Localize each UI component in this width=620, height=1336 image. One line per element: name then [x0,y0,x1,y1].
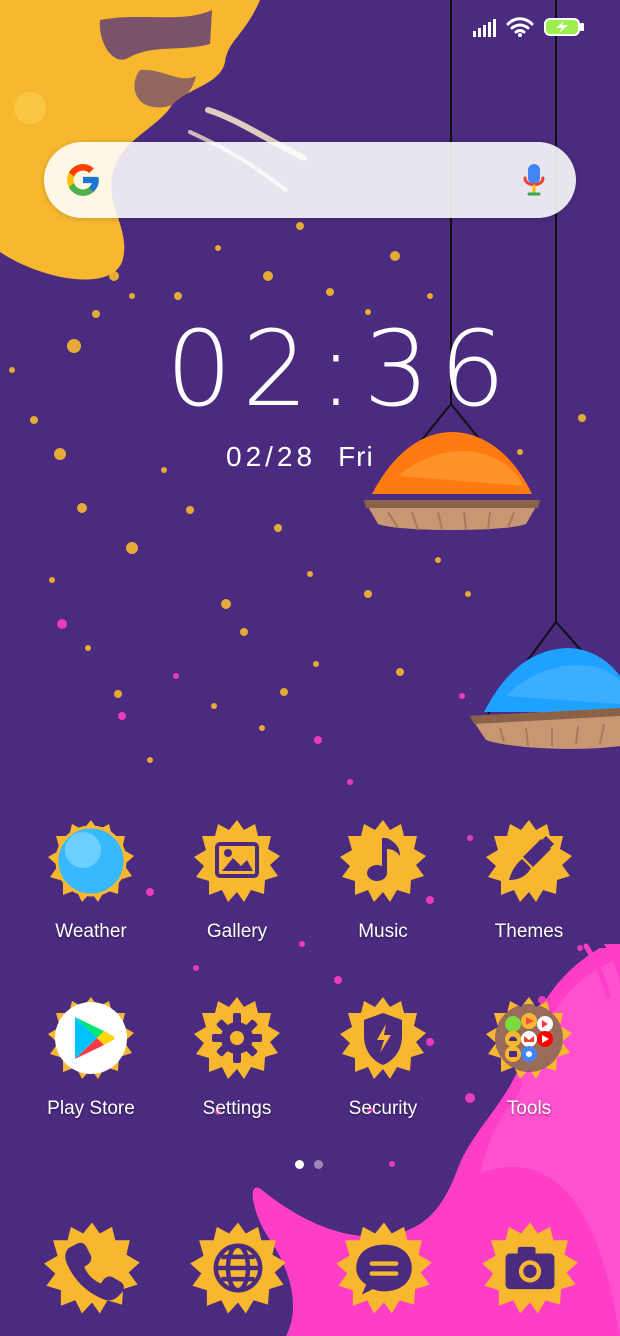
dock-camera[interactable] [480,1218,580,1318]
app-play-store[interactable]: Play Store [18,993,164,1153]
search-input[interactable] [116,164,506,198]
dock-messages[interactable] [334,1218,434,1318]
phone-icon [44,1222,140,1314]
app-label-gallery: Gallery [206,921,268,942]
globe-icon [190,1222,286,1314]
clock-time[interactable]: 02:36 [166,314,506,424]
signal-icon [473,19,496,37]
play-store-icon [48,997,134,1079]
message-icon [336,1222,432,1314]
app-label-weather: Weather [55,921,127,942]
gear-icon [194,997,280,1079]
music-icon [340,820,426,902]
home-screen: 02:36 02/28 Fri Weather Gallery Music Th… [0,0,620,1336]
folder-icon [486,997,572,1079]
app-label-settings: Settings [202,1098,272,1119]
clock-date: 02/28 [226,441,317,472]
dock-browser[interactable] [188,1218,288,1318]
app-security[interactable]: Security [310,993,456,1153]
clock-day: Fri [338,441,374,472]
wifi-icon [506,17,534,37]
camera-icon [482,1222,578,1314]
weather-icon [48,820,134,902]
app-label-tools: Tools [506,1098,552,1119]
app-weather[interactable]: Weather [18,816,164,976]
app-label-music: Music [358,921,408,942]
app-gallery[interactable]: Gallery [164,816,310,976]
status-icons [472,16,586,38]
app-label-themes: Themes [494,921,564,942]
app-settings[interactable]: Settings [164,993,310,1153]
app-themes[interactable]: Themes [456,816,602,976]
app-music[interactable]: Music [310,816,456,976]
app-label-play-store: Play Store [47,1098,135,1119]
battery-charging-icon [544,18,584,36]
app-tools-folder[interactable]: Tools [456,993,602,1153]
mic-icon[interactable] [522,162,546,198]
page-dot-active[interactable] [295,1160,304,1169]
shield-icon [340,997,426,1079]
page-indicator [290,1160,330,1172]
app-label-security: Security [348,1098,418,1119]
clock-date-row[interactable]: 02/28 Fri [226,440,406,474]
dock-phone[interactable] [42,1218,142,1318]
status-bar [0,0,620,60]
page-dot-inactive[interactable] [314,1160,323,1169]
paintbrush-icon [486,820,572,902]
google-search-bar[interactable] [44,142,576,218]
google-icon [67,164,99,196]
gallery-icon [194,820,280,902]
